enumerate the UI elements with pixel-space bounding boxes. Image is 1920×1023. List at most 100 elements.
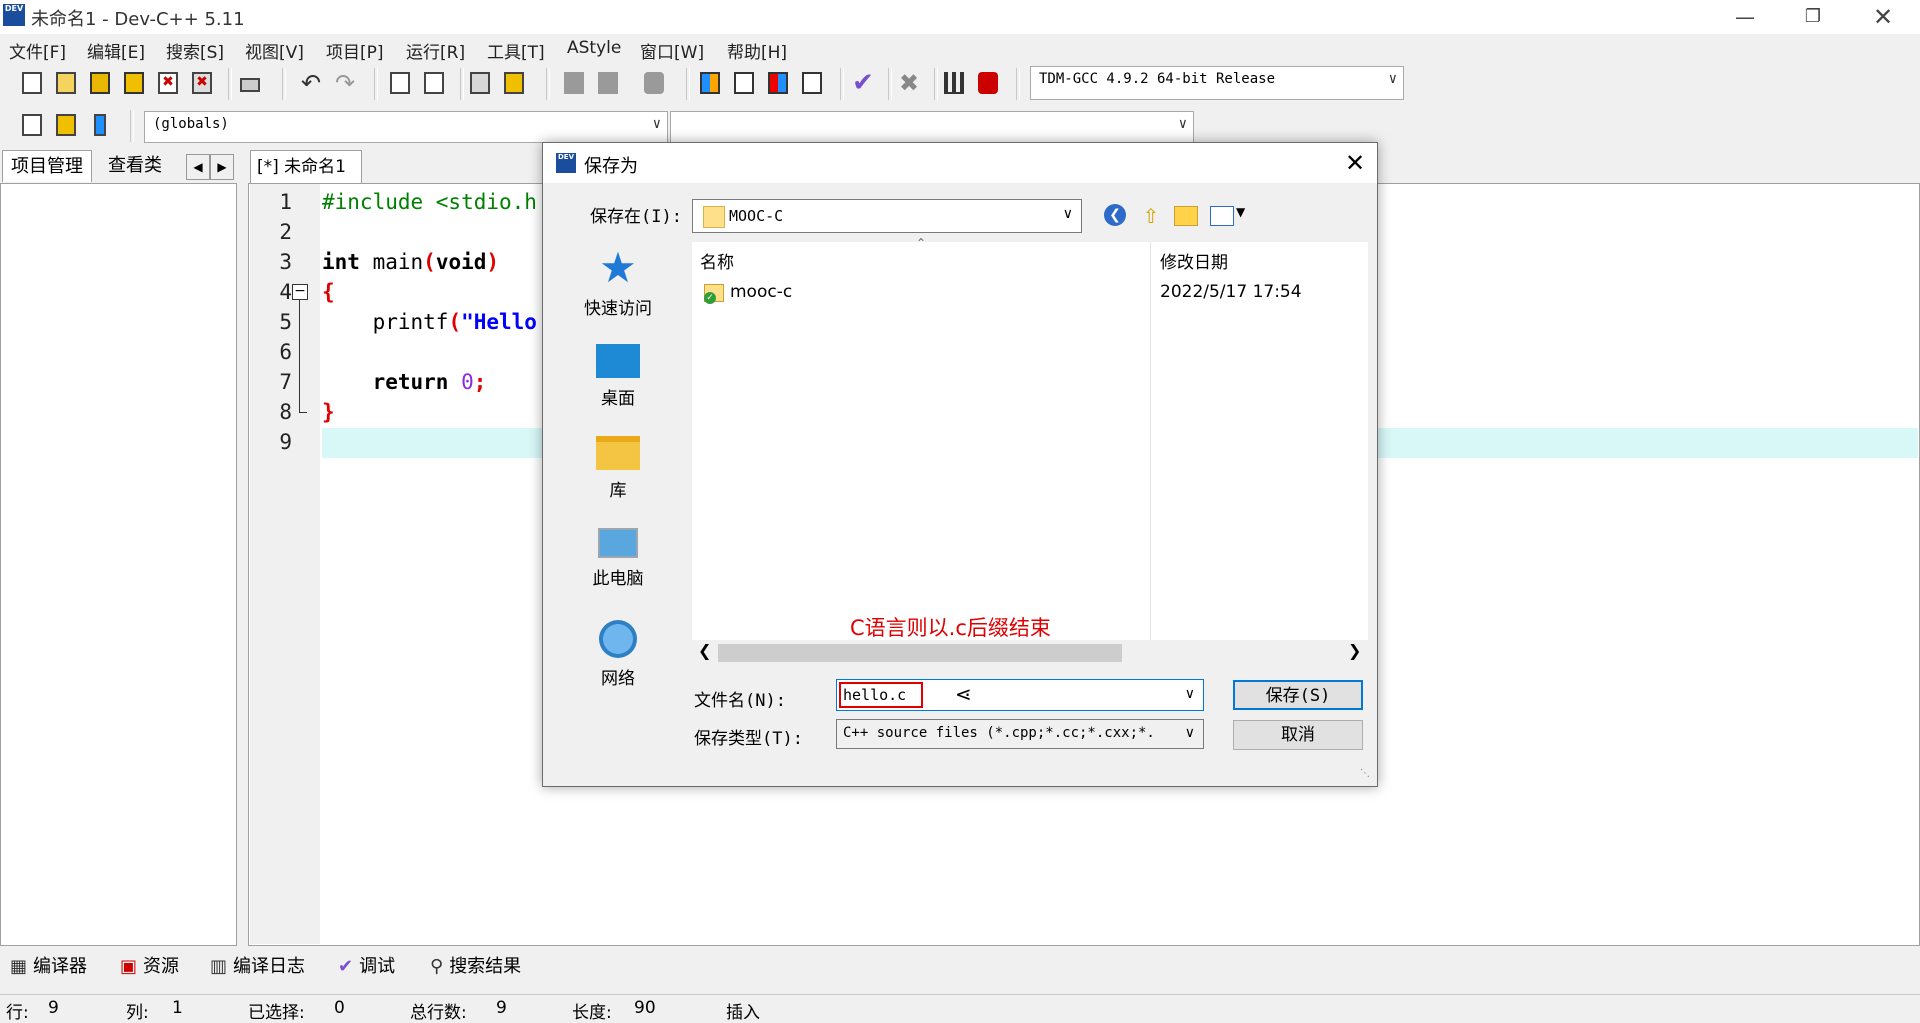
bookmark-icon[interactable]: [640, 68, 670, 98]
menu-window[interactable]: 窗口[W]: [640, 38, 704, 63]
check-icon: ✔: [338, 956, 354, 977]
tab-label: 调试: [359, 956, 396, 977]
rebuild-icon[interactable]: [798, 68, 828, 98]
menu-run[interactable]: 运行[R]: [406, 38, 465, 63]
up-folder-icon[interactable]: ⇧: [1140, 204, 1162, 228]
check-icon[interactable]: ✔: [848, 68, 878, 98]
view-menu-icon[interactable]: [1210, 206, 1234, 226]
close-all-icon[interactable]: ✖: [188, 68, 218, 98]
save-button[interactable]: 保存(S): [1233, 680, 1363, 710]
menu-tools[interactable]: 工具[T]: [487, 38, 545, 63]
tab-debug[interactable]: ✔ 调试: [338, 952, 395, 982]
tab-scroll-left-icon[interactable]: ◀: [186, 154, 210, 180]
code-line-1: #include <stdio.h: [322, 190, 537, 214]
filename-value: hello.c: [843, 686, 907, 704]
place-network[interactable]: 网络: [556, 620, 680, 689]
redo-icon[interactable]: ↷: [330, 68, 360, 98]
tab-search-results[interactable]: ⚲ 搜索结果: [430, 952, 521, 982]
restore-icon[interactable]: ❐: [1778, 0, 1848, 34]
tab-compile-log[interactable]: ▥ 编译日志: [210, 952, 305, 982]
window-close-icon[interactable]: ✕: [1848, 0, 1918, 34]
open-icon[interactable]: [52, 68, 82, 98]
title-bar: [0, 0, 1920, 34]
status-selected-value: 0: [334, 998, 345, 1018]
app-icon: DEV: [3, 4, 25, 26]
menu-edit[interactable]: 编辑[E]: [87, 38, 145, 63]
scroll-left-icon[interactable]: ❮: [698, 641, 711, 660]
symbol: ;: [473, 370, 487, 394]
fold-collapse-icon[interactable]: −: [292, 284, 308, 300]
scrollbar-thumb[interactable]: [718, 644, 1122, 662]
save-icon[interactable]: [86, 68, 116, 98]
toolbar-separator: [934, 68, 938, 100]
find-icon[interactable]: [386, 68, 416, 98]
menu-file[interactable]: 文件[F]: [9, 38, 66, 63]
place-label: 库: [609, 481, 627, 501]
tab-class-browser[interactable]: 查看类: [100, 150, 170, 182]
window-title: 未命名1 - Dev-C++ 5.11: [31, 9, 245, 30]
compile-icon[interactable]: [696, 68, 726, 98]
compile-run-icon[interactable]: [764, 68, 794, 98]
column-header-name[interactable]: 名称: [700, 248, 734, 273]
column-header-modified[interactable]: 修改日期: [1160, 248, 1228, 273]
tab-project-manager[interactable]: 项目管理: [2, 150, 92, 182]
toolbar-separator: [374, 68, 378, 100]
tab-compiler[interactable]: ▦ 编译器: [10, 952, 87, 982]
debug-icon[interactable]: [974, 68, 1004, 98]
fold-line: [299, 300, 300, 412]
replace-icon[interactable]: [420, 68, 450, 98]
chevron-down-icon[interactable]: ∨: [1185, 686, 1195, 702]
status-row-value: 9: [48, 998, 59, 1018]
member-select[interactable]: ∨: [670, 111, 1194, 143]
resize-grip-icon[interactable]: ⋱: [1360, 768, 1370, 779]
back-nav-icon[interactable]: ❮: [1104, 204, 1126, 226]
project-panel[interactable]: [0, 183, 237, 946]
forward-icon[interactable]: [594, 68, 624, 98]
place-this-pc[interactable]: 此电脑: [556, 528, 680, 589]
undo-icon[interactable]: ↶: [296, 68, 326, 98]
add-file-icon[interactable]: [52, 110, 82, 140]
sort-ascending-icon: ⌃: [916, 236, 927, 250]
place-desktop[interactable]: 桌面: [556, 344, 680, 409]
menu-help[interactable]: 帮助[H]: [727, 38, 787, 63]
filetype-select[interactable]: C++ source files (*.cpp;*.cc;*.cxx;*. ∨: [836, 719, 1204, 749]
save-all-icon[interactable]: [120, 68, 150, 98]
dialog-close-icon[interactable]: ✕: [1340, 148, 1370, 178]
scope-select[interactable]: (globals) ∨: [144, 111, 668, 143]
menu-project[interactable]: 项目[P]: [326, 38, 384, 63]
tab-scroll-right-icon[interactable]: ▶: [210, 154, 234, 180]
close-icon[interactable]: ✖: [154, 68, 184, 98]
toolbar-separator: [282, 68, 286, 100]
scroll-right-icon[interactable]: ❯: [1348, 641, 1361, 660]
run-icon[interactable]: [730, 68, 760, 98]
filename-input[interactable]: hello.c ⋖ ∨: [836, 679, 1204, 711]
file-row[interactable]: ✓ mooc-c 2022/5/17 17:54: [700, 278, 1360, 308]
preprocessor-directive: #include <stdio.h: [322, 190, 537, 214]
cancel-button[interactable]: 取消: [1233, 720, 1363, 750]
remove-file-icon[interactable]: [86, 110, 116, 140]
compiler-select[interactable]: TDM-GCC 4.9.2 64-bit Release ∨: [1030, 66, 1404, 100]
print-icon[interactable]: [236, 68, 266, 98]
chart-icon[interactable]: [940, 68, 970, 98]
place-library[interactable]: 库: [556, 436, 680, 501]
new-file-icon[interactable]: [18, 68, 48, 98]
search-icon: ⚲: [430, 956, 444, 977]
menu-view[interactable]: 视图[V]: [245, 38, 304, 63]
minimize-icon[interactable]: —: [1710, 0, 1780, 34]
view-dropdown-icon[interactable]: ▼: [1236, 205, 1245, 219]
keyword: void: [435, 250, 487, 274]
unindent-icon[interactable]: [500, 68, 530, 98]
stop-icon[interactable]: ✖: [894, 68, 924, 98]
save-in-select[interactable]: MOOC-C ∨: [692, 199, 1082, 233]
tab-editor-file[interactable]: [*] 未命名1: [250, 150, 362, 183]
line-number: 3: [279, 250, 292, 274]
place-quick-access[interactable]: ★ 快速访问: [556, 247, 680, 320]
place-label: 此电脑: [592, 569, 644, 589]
back-icon[interactable]: [560, 68, 590, 98]
project-options-icon[interactable]: [18, 110, 48, 140]
tab-resources[interactable]: ▣ 资源: [120, 952, 179, 982]
menu-astyle[interactable]: AStyle: [567, 38, 621, 58]
new-folder-icon[interactable]: [1174, 206, 1198, 226]
menu-search[interactable]: 搜索[S]: [166, 38, 224, 63]
indent-icon[interactable]: [466, 68, 496, 98]
